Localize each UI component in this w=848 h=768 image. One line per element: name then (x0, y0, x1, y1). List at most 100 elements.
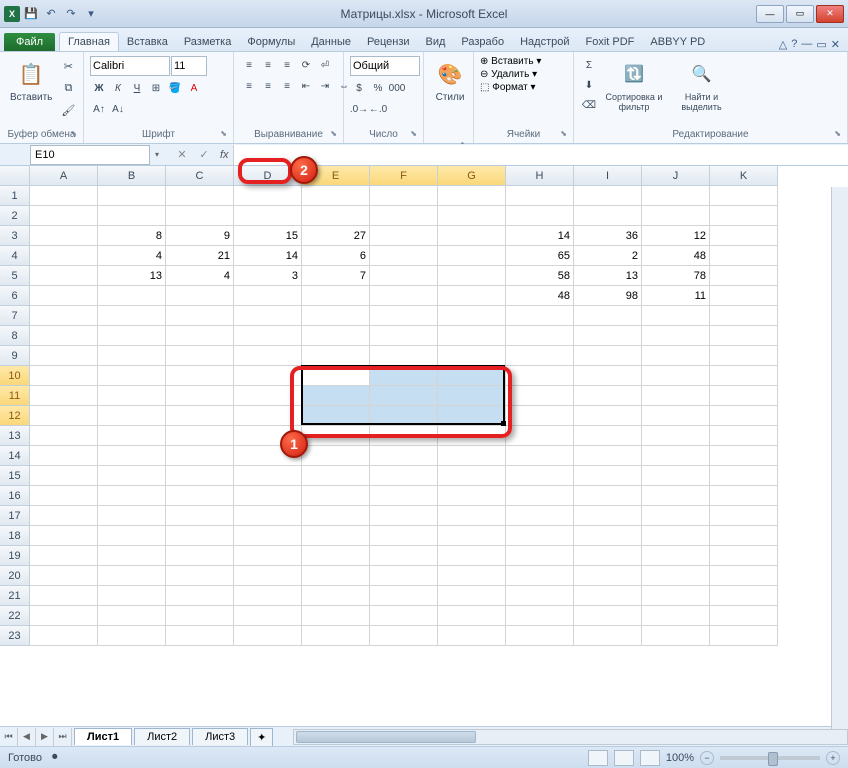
tab-layout[interactable]: Разметка (176, 33, 240, 51)
cell-D3[interactable]: 15 (234, 226, 302, 246)
cell-B1[interactable] (98, 186, 166, 206)
cell-J16[interactable] (642, 486, 710, 506)
row-header-6[interactable]: 6 (0, 286, 30, 306)
row-header-15[interactable]: 15 (0, 466, 30, 486)
cell-E12[interactable] (302, 406, 370, 426)
cell-I9[interactable] (574, 346, 642, 366)
cell-H3[interactable]: 14 (506, 226, 574, 246)
cell-B17[interactable] (98, 506, 166, 526)
cell-I1[interactable] (574, 186, 642, 206)
align-right-icon[interactable]: ≡ (278, 77, 296, 95)
cell-B23[interactable] (98, 626, 166, 646)
cell-H19[interactable] (506, 546, 574, 566)
cell-J18[interactable] (642, 526, 710, 546)
cell-I3[interactable]: 36 (574, 226, 642, 246)
cell-G22[interactable] (438, 606, 506, 626)
cell-G23[interactable] (438, 626, 506, 646)
cell-I8[interactable] (574, 326, 642, 346)
cell-I15[interactable] (574, 466, 642, 486)
cell-F5[interactable] (370, 266, 438, 286)
page-layout-view-button[interactable] (614, 750, 634, 766)
cell-H16[interactable] (506, 486, 574, 506)
col-header-G[interactable]: G (438, 166, 506, 186)
cell-F1[interactable] (370, 186, 438, 206)
cell-G6[interactable] (438, 286, 506, 306)
cell-F11[interactable] (370, 386, 438, 406)
zoom-out-button[interactable]: − (700, 751, 714, 765)
cell-A8[interactable] (30, 326, 98, 346)
col-header-B[interactable]: B (98, 166, 166, 186)
tab-formulas[interactable]: Формулы (239, 33, 303, 51)
cell-B10[interactable] (98, 366, 166, 386)
cell-B3[interactable]: 8 (98, 226, 166, 246)
cell-E11[interactable] (302, 386, 370, 406)
cell-A1[interactable] (30, 186, 98, 206)
number-format-select[interactable] (350, 56, 420, 76)
wrap-text-icon[interactable]: ⏎ (316, 56, 334, 74)
cell-H15[interactable] (506, 466, 574, 486)
cell-C2[interactable] (166, 206, 234, 226)
cell-F9[interactable] (370, 346, 438, 366)
percent-icon[interactable]: % (369, 79, 387, 97)
cell-F22[interactable] (370, 606, 438, 626)
cell-I7[interactable] (574, 306, 642, 326)
col-header-J[interactable]: J (642, 166, 710, 186)
insert-function-button[interactable]: fx (216, 149, 233, 161)
row-header-19[interactable]: 19 (0, 546, 30, 566)
cell-G16[interactable] (438, 486, 506, 506)
cell-K4[interactable] (710, 246, 778, 266)
cell-A4[interactable] (30, 246, 98, 266)
paste-button[interactable]: 📋 Вставить (6, 56, 56, 105)
cell-D15[interactable] (234, 466, 302, 486)
cell-H9[interactable] (506, 346, 574, 366)
cell-E21[interactable] (302, 586, 370, 606)
cell-J1[interactable] (642, 186, 710, 206)
cell-C20[interactable] (166, 566, 234, 586)
cell-J22[interactable] (642, 606, 710, 626)
cell-G2[interactable] (438, 206, 506, 226)
tab-foxit[interactable]: Foxit PDF (578, 33, 643, 51)
cell-F18[interactable] (370, 526, 438, 546)
cell-G3[interactable] (438, 226, 506, 246)
fill-color-button[interactable]: 🪣 (166, 79, 184, 97)
row-header-3[interactable]: 3 (0, 226, 30, 246)
cell-C22[interactable] (166, 606, 234, 626)
qat-more-icon[interactable]: ▾ (82, 5, 100, 23)
row-header-20[interactable]: 20 (0, 566, 30, 586)
cell-B7[interactable] (98, 306, 166, 326)
cell-K21[interactable] (710, 586, 778, 606)
format-painter-icon[interactable]: 🖌 (58, 100, 78, 120)
cell-F8[interactable] (370, 326, 438, 346)
cell-B21[interactable] (98, 586, 166, 606)
cell-E22[interactable] (302, 606, 370, 626)
cell-K9[interactable] (710, 346, 778, 366)
cell-F4[interactable] (370, 246, 438, 266)
cell-H20[interactable] (506, 566, 574, 586)
format-cells-button[interactable]: ⬚ Формат ▾ (480, 82, 536, 93)
cell-E6[interactable] (302, 286, 370, 306)
tab-review[interactable]: Рецензи (359, 33, 418, 51)
cell-A16[interactable] (30, 486, 98, 506)
row-header-17[interactable]: 17 (0, 506, 30, 526)
row-header-12[interactable]: 12 (0, 406, 30, 426)
next-sheet-icon[interactable]: ▶ (36, 728, 54, 746)
shrink-font-icon[interactable]: A↓ (109, 100, 127, 118)
tab-home[interactable]: Главная (59, 32, 119, 51)
cell-D19[interactable] (234, 546, 302, 566)
cell-K16[interactable] (710, 486, 778, 506)
cell-E14[interactable] (302, 446, 370, 466)
cell-C5[interactable]: 4 (166, 266, 234, 286)
cell-C16[interactable] (166, 486, 234, 506)
accept-formula-icon[interactable]: ✓ (194, 146, 214, 164)
cell-C17[interactable] (166, 506, 234, 526)
cell-D5[interactable]: 3 (234, 266, 302, 286)
first-sheet-icon[interactable]: ⏮ (0, 728, 18, 746)
grow-font-icon[interactable]: A↑ (90, 100, 108, 118)
cell-A3[interactable] (30, 226, 98, 246)
row-header-23[interactable]: 23 (0, 626, 30, 646)
cell-J11[interactable] (642, 386, 710, 406)
undo-icon[interactable]: ↶ (42, 5, 60, 23)
cell-A17[interactable] (30, 506, 98, 526)
maximize-button[interactable]: ▭ (786, 5, 814, 23)
fill-icon[interactable]: ⬇ (580, 76, 598, 94)
